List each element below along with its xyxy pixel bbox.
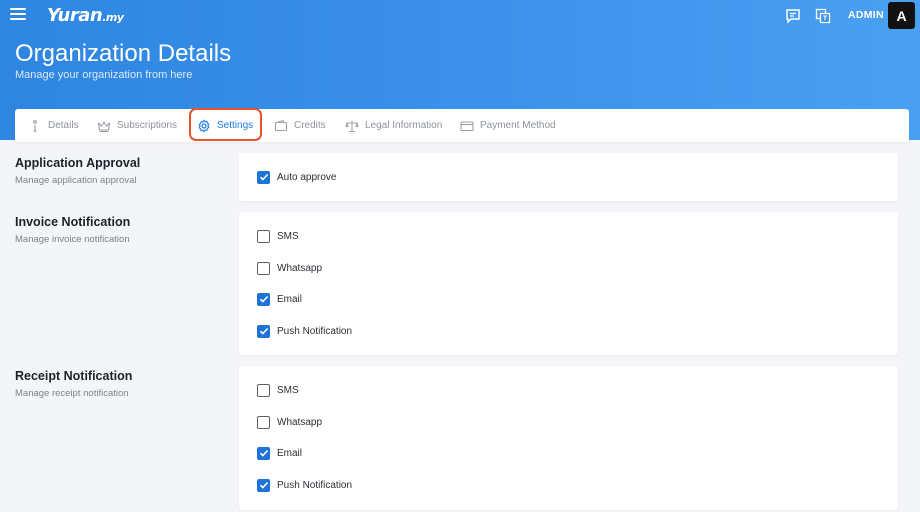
application-approval-card: Auto approve xyxy=(239,153,898,201)
tab-label: Details xyxy=(48,120,79,131)
checkbox-label: Whatsapp xyxy=(277,262,323,274)
checkbox-label: Push Notification xyxy=(277,479,353,491)
checkbox-receipt-whatsapp[interactable]: Whatsapp xyxy=(257,415,322,429)
page-title: Organization Details xyxy=(15,40,232,67)
tab-payment-method[interactable]: Payment Method xyxy=(460,109,556,142)
checkbox-label: Push Notification xyxy=(277,325,353,337)
checkbox-checked[interactable] xyxy=(257,324,270,338)
avatar[interactable]: A xyxy=(888,2,915,29)
app-logo[interactable]: Yuran.my xyxy=(47,5,124,26)
checkbox-checked[interactable] xyxy=(257,292,270,306)
tab-label: Payment Method xyxy=(480,120,556,131)
section-title-receipt-notification: Receipt Notification xyxy=(15,369,133,383)
hamburger-menu-icon[interactable] xyxy=(10,8,26,22)
checkbox-unchecked[interactable] xyxy=(257,261,270,275)
checkbox-checked[interactable] xyxy=(257,446,270,460)
checkbox-label: SMS xyxy=(277,384,299,396)
tab-settings[interactable]: Settings xyxy=(197,109,253,142)
checkbox-auto-approve[interactable]: Auto approve xyxy=(257,170,337,184)
checkbox-label: SMS xyxy=(277,230,299,242)
wallet-icon xyxy=(274,119,288,131)
invoice-notification-card: SMS Whatsapp Email Push Notification xyxy=(239,212,898,355)
top-bar: Yuran.my ADMIN A xyxy=(0,0,920,32)
page-subtitle: Manage your organization from here xyxy=(15,69,193,81)
checkbox-unchecked[interactable] xyxy=(257,229,270,243)
chat-icon[interactable] xyxy=(785,8,801,24)
crown-icon xyxy=(97,120,111,132)
checkbox-receipt-email[interactable]: Email xyxy=(257,446,302,460)
section-desc-invoice-notification: Manage invoice notification xyxy=(15,234,130,245)
tab-bar: Details Subscriptions Settings Credits L… xyxy=(15,109,909,142)
checkbox-checked[interactable] xyxy=(257,478,270,492)
checkbox-receipt-sms[interactable]: SMS xyxy=(257,383,299,397)
logo-suffix: .my xyxy=(102,11,124,24)
tab-credits[interactable]: Credits xyxy=(274,109,326,142)
checkmark-icon xyxy=(259,450,268,457)
checkmark-icon xyxy=(259,482,268,489)
tab-legal-information[interactable]: Legal Information xyxy=(345,109,442,142)
checkbox-unchecked[interactable] xyxy=(257,415,270,429)
tab-label: Legal Information xyxy=(365,120,443,131)
checkbox-label: Email xyxy=(277,293,303,305)
checkbox-invoice-sms[interactable]: SMS xyxy=(257,229,299,243)
user-role-label: ADMIN xyxy=(848,9,884,21)
checkmark-icon xyxy=(259,174,268,181)
checkbox-label: Email xyxy=(277,447,303,459)
info-icon xyxy=(33,119,37,132)
tab-label: Credits xyxy=(294,120,326,131)
checkbox-invoice-push[interactable]: Push Notification xyxy=(257,324,352,338)
translate-icon[interactable] xyxy=(815,8,831,24)
scale-icon xyxy=(345,120,359,132)
checkmark-icon xyxy=(259,296,268,303)
section-title-application-approval: Application Approval xyxy=(15,156,141,170)
section-desc-application-approval: Manage application approval xyxy=(15,175,137,186)
checkbox-invoice-email[interactable]: Email xyxy=(257,292,302,306)
receipt-notification-card: SMS Whatsapp Email Push Notification xyxy=(239,366,898,510)
logo-text: Yuran xyxy=(47,5,103,26)
tab-label: Subscriptions xyxy=(117,120,178,131)
section-title-invoice-notification: Invoice Notification xyxy=(15,215,131,229)
section-desc-receipt-notification: Manage receipt notification xyxy=(15,388,129,399)
checkbox-invoice-whatsapp[interactable]: Whatsapp xyxy=(257,261,322,275)
checkbox-unchecked[interactable] xyxy=(257,383,270,397)
checkbox-label: Auto approve xyxy=(277,171,337,183)
tab-details[interactable]: Details xyxy=(28,109,79,142)
tab-label: Settings xyxy=(217,120,254,131)
checkbox-checked[interactable] xyxy=(257,170,270,184)
gear-icon xyxy=(198,119,210,132)
checkmark-icon xyxy=(259,328,268,335)
tab-subscriptions[interactable]: Subscriptions xyxy=(97,109,177,142)
checkbox-label: Whatsapp xyxy=(277,416,323,428)
checkbox-receipt-push[interactable]: Push Notification xyxy=(257,478,352,492)
credit-card-icon xyxy=(460,120,474,131)
